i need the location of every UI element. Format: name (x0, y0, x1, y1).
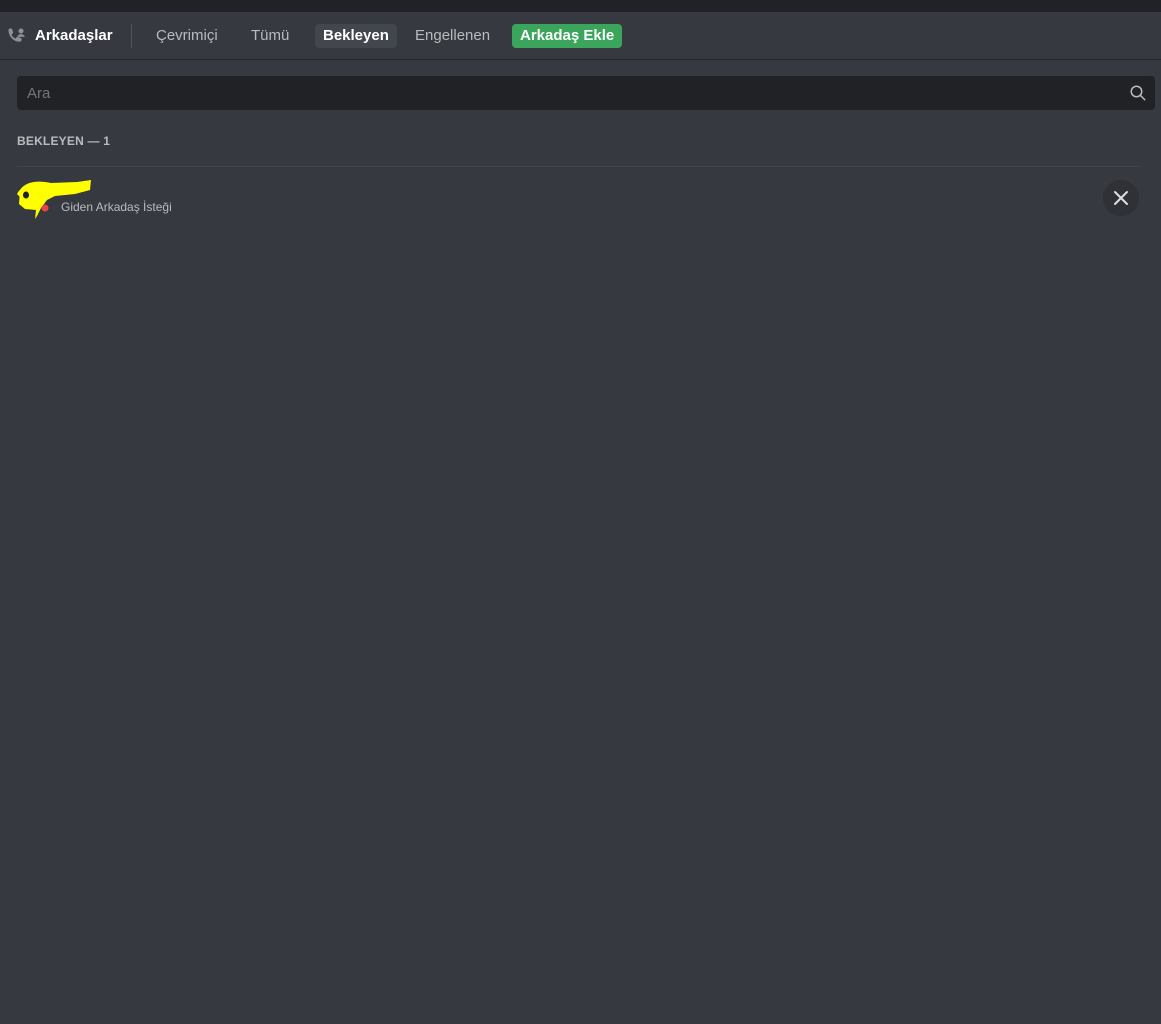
tab-all[interactable]: Tümü (243, 24, 297, 48)
request-status-text: Giden Arkadaş İsteği (61, 200, 172, 214)
friends-icon (8, 28, 25, 42)
cancel-request-button[interactable] (1103, 180, 1139, 216)
header-divider (131, 24, 132, 48)
add-friend-button[interactable]: Arkadaş Ekle (512, 24, 623, 48)
close-icon (1114, 191, 1128, 205)
window-titlebar (0, 0, 1161, 12)
section-divider (17, 166, 1139, 167)
page-title: Arkadaşlar (35, 27, 113, 44)
search-bar (17, 76, 1155, 110)
search-icon (1130, 85, 1146, 101)
friends-header: Arkadaşlar Çevrimiçi Tümü Bekleyen Engel… (0, 12, 1161, 60)
search-input[interactable] (17, 76, 1117, 110)
pending-request-row[interactable]: Giden Arkadaş İsteği (17, 168, 1139, 228)
tab-pending[interactable]: Bekleyen (315, 24, 397, 48)
tab-online[interactable]: Çevrimiçi (148, 24, 226, 48)
tab-blocked[interactable]: Engellenen (407, 24, 498, 48)
pending-section-title: BEKLEYEN — 1 (17, 134, 111, 148)
